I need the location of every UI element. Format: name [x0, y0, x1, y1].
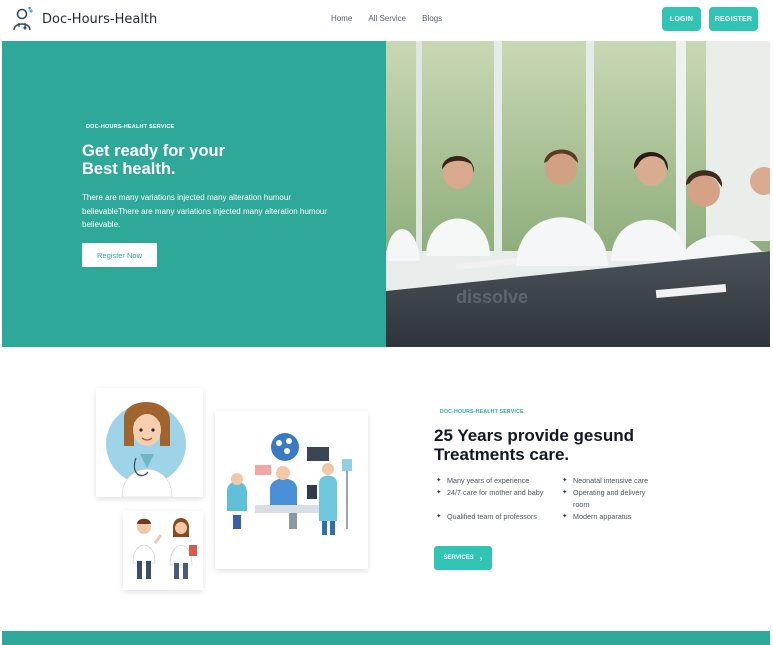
- bullet-icon: ✦: [436, 513, 442, 520]
- feature-item: ✦ Modern apparatus: [562, 511, 662, 523]
- doctors-pair-illustration-card: [123, 511, 203, 590]
- about-title-line2: Treatments care.: [434, 444, 570, 464]
- female-doctor-illustration: [106, 401, 186, 498]
- feature-item: ✦ Qualified team of professors: [436, 511, 546, 523]
- about-title: 25 Years provide gesund Treatments care.: [434, 426, 664, 464]
- about-eyebrow: DOC-HOURS-HEALHT SERVICE: [440, 409, 524, 415]
- feature-item: ✦ Operating and delivery room: [562, 487, 662, 511]
- site-header: Doc-Hours-Health Home All Service Blogs …: [0, 0, 773, 41]
- nav-blogs[interactable]: Blogs: [422, 14, 442, 23]
- main-nav: Home All Service Blogs: [331, 14, 442, 23]
- feature-text: Operating and delivery room: [573, 488, 646, 509]
- hero-title-line1: Get ready for your: [82, 142, 226, 160]
- feature-text: Qualified team of professors: [447, 512, 537, 521]
- doctor-logo-icon: [13, 7, 33, 31]
- bullet-icon: ✦: [562, 489, 568, 496]
- feature-text: Many years of experience: [447, 476, 530, 485]
- feature-text: Neonatal intensive care: [573, 476, 649, 485]
- hero-image: dissolve: [386, 41, 770, 347]
- brand-logo[interactable]: Doc-Hours-Health: [12, 7, 157, 31]
- feature-item: ✦ 24/7 care for mother and baby: [436, 487, 546, 499]
- services-button[interactable]: SERVICES ›: [434, 546, 492, 570]
- bullet-icon: ✦: [562, 513, 568, 520]
- chevron-right-icon: ›: [479, 553, 483, 563]
- register-button[interactable]: REGISTER: [709, 7, 758, 31]
- doctors-meeting-photo: dissolve: [386, 41, 770, 347]
- login-button[interactable]: LOGIN: [662, 7, 701, 31]
- feature-item: ✦ Many years of experience: [436, 475, 546, 487]
- page: Doc-Hours-Health Home All Service Blogs …: [0, 0, 773, 645]
- register-now-button[interactable]: Register Now: [82, 243, 157, 267]
- bullet-icon: ✦: [562, 477, 568, 484]
- services-label: SERVICES: [443, 555, 474, 561]
- hero-title-line2: Best health.: [82, 160, 176, 178]
- bullet-icon: ✦: [436, 477, 442, 484]
- feature-text: Modern apparatus: [573, 512, 632, 521]
- doctor-illustration-card: [96, 388, 203, 498]
- hero-description: There are many variations injected many …: [82, 193, 328, 229]
- two-doctors-illustration: [132, 518, 197, 579]
- brand-name: Doc-Hours-Health: [42, 11, 158, 27]
- operating-room-illustration: [227, 433, 352, 535]
- surgery-illustration-card: [215, 411, 368, 569]
- feature-text: 24/7 care for mother and baby: [447, 488, 544, 497]
- about-title-line1: 25 Years provide gesund: [434, 426, 634, 445]
- footer-band: [2, 631, 770, 645]
- nav-all-service[interactable]: All Service: [368, 14, 406, 23]
- hero-title: Get ready for your Best health.: [82, 142, 332, 178]
- bullet-icon: ✦: [436, 489, 442, 496]
- image-watermark: dissolve: [456, 287, 528, 307]
- nav-home[interactable]: Home: [331, 14, 352, 23]
- feature-item: ✦ Neonatal intensive care: [562, 475, 662, 487]
- hero-eyebrow: DOC-HOURS-HEALHT SERVICE: [86, 124, 175, 130]
